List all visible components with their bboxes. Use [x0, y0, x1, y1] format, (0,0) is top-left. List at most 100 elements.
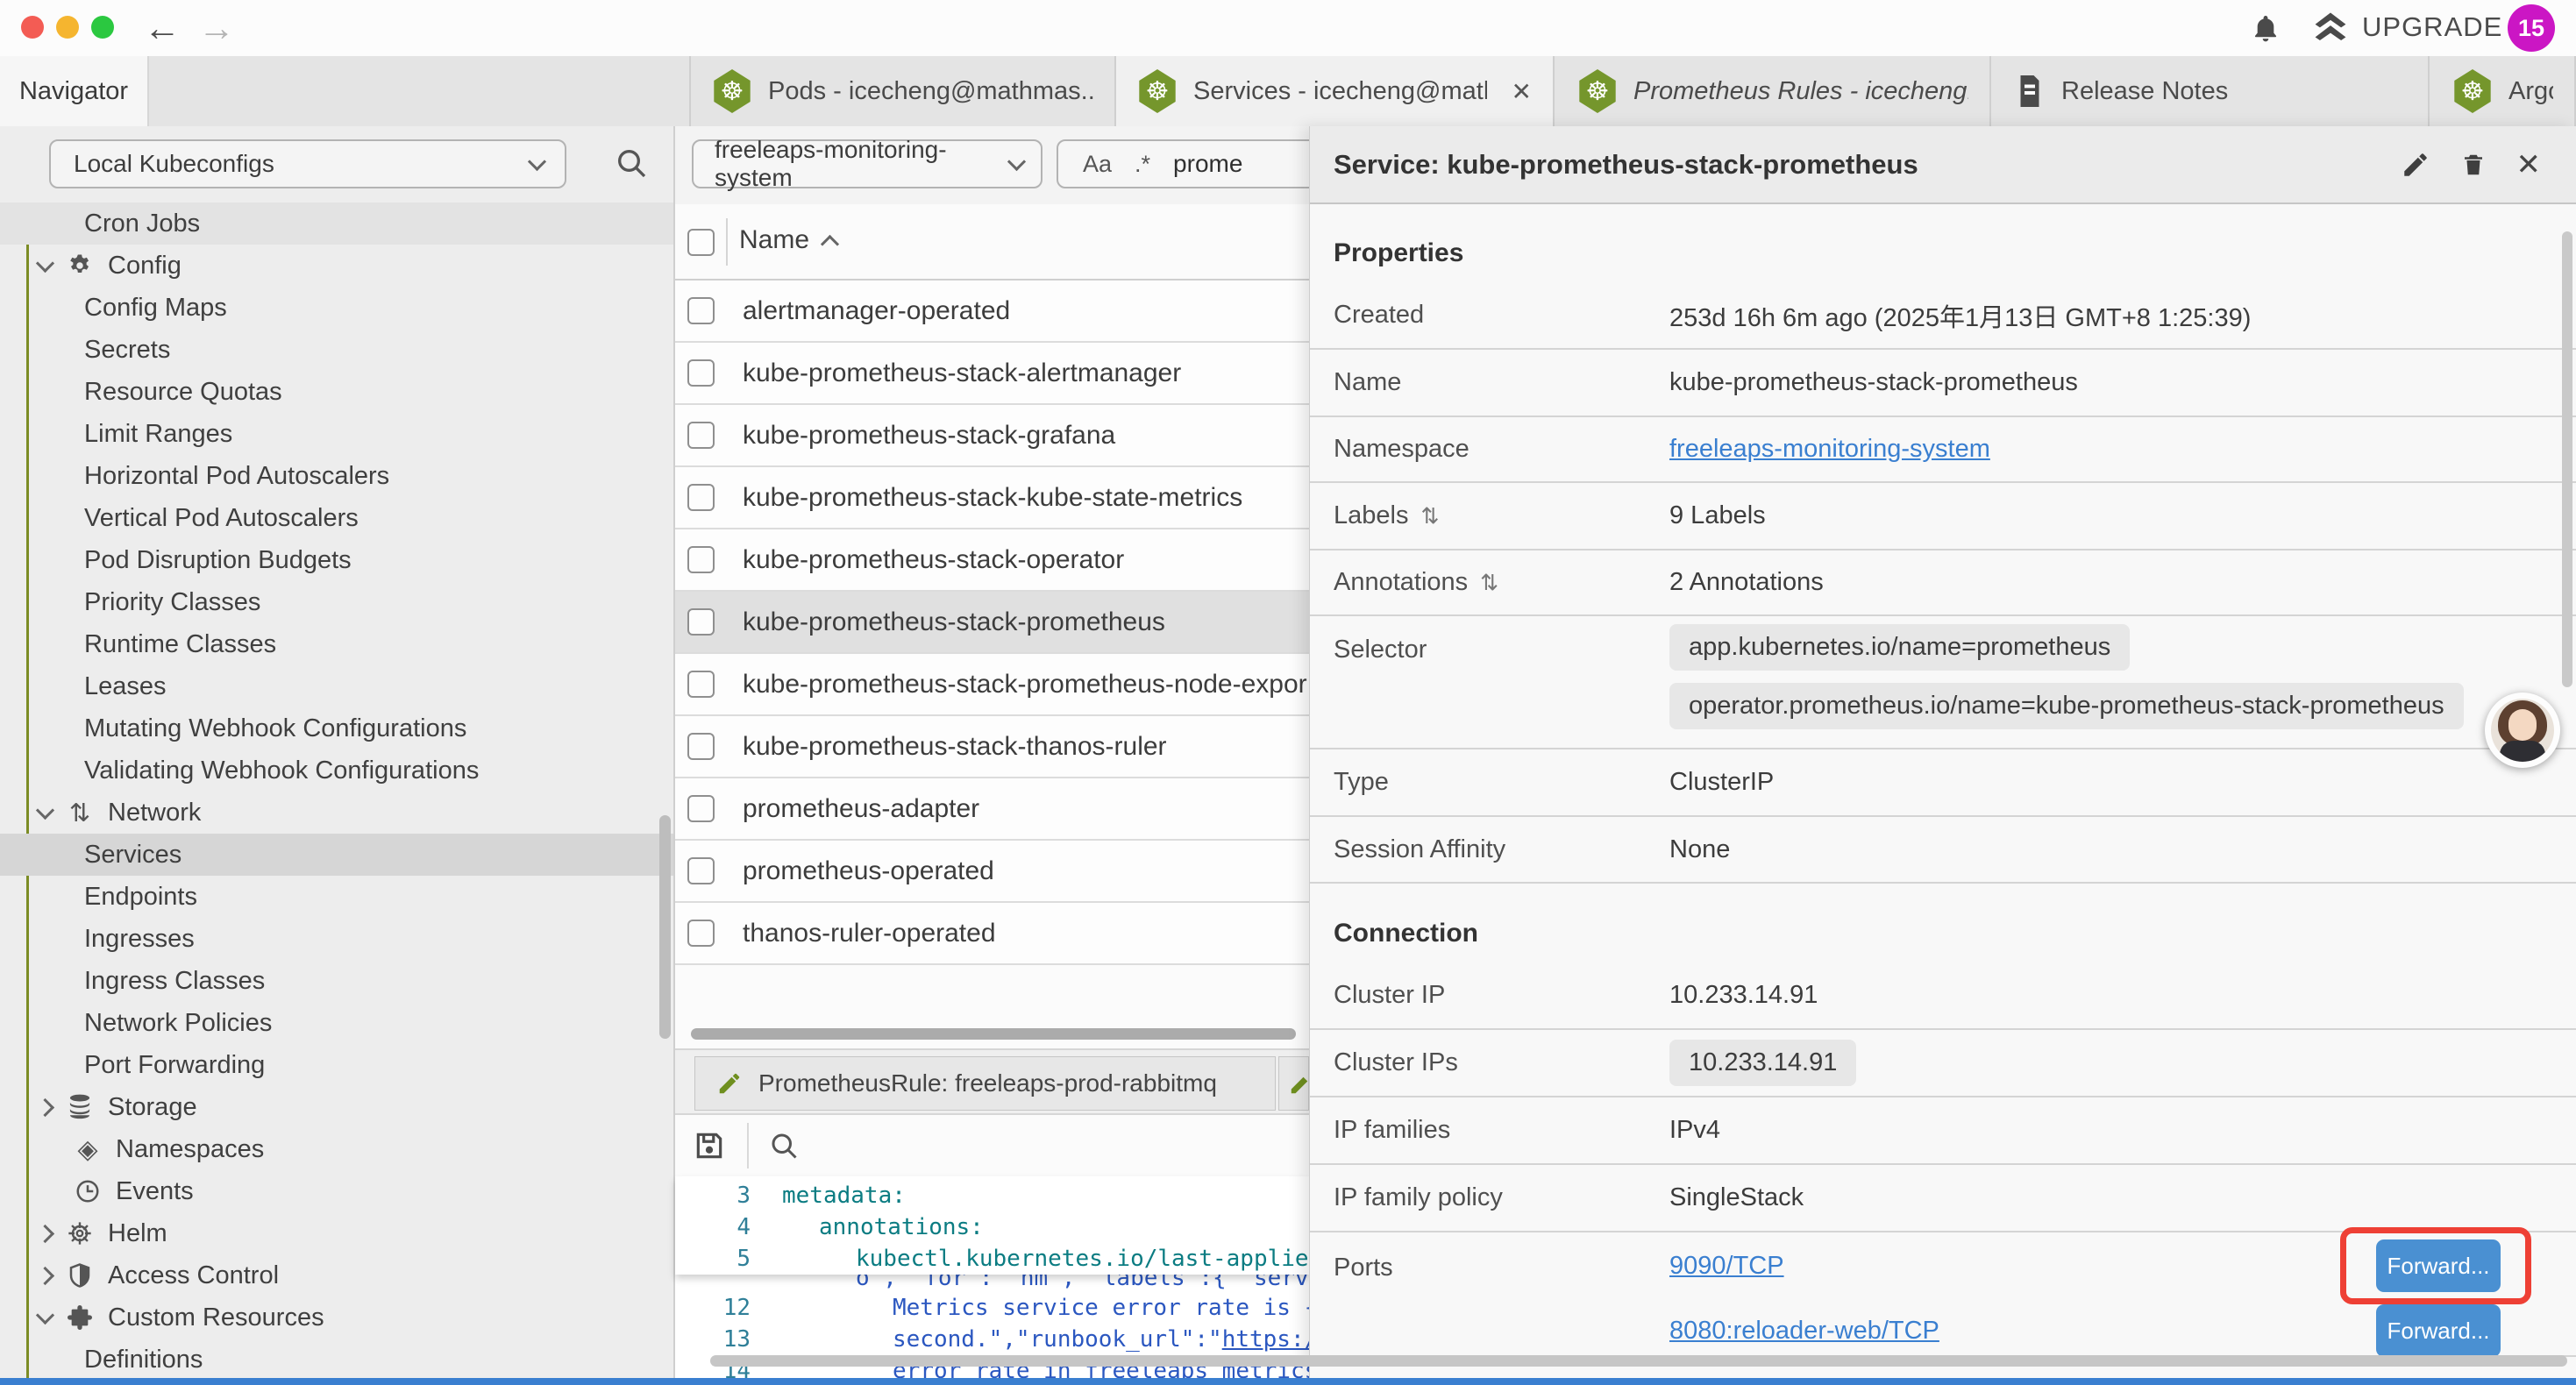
row-checkbox[interactable]	[687, 795, 715, 822]
sort-toggle-icon[interactable]: ⇅	[1480, 570, 1498, 596]
tab-pods-icecheng-mathmas[interactable]: ☸Pods - icecheng@mathmas...	[689, 56, 1116, 126]
sidebar-item-horizontal-pod-autoscalers[interactable]: Horizontal Pod Autoscalers	[0, 455, 673, 497]
account-badge[interactable]: 15	[2508, 4, 2555, 52]
close-traffic-light[interactable]	[21, 16, 44, 39]
chevron-down-icon[interactable]	[36, 800, 54, 819]
save-icon[interactable]	[693, 1129, 726, 1162]
row-checkbox[interactable]	[687, 733, 715, 760]
sidebar-item-namespaces[interactable]: ◈Namespaces	[0, 1128, 673, 1170]
sidebar-item-secrets[interactable]: Secrets	[0, 329, 673, 371]
row-checkbox[interactable]	[687, 920, 715, 947]
sidebar-item-pod-disruption-budgets[interactable]: Pod Disruption Budgets	[0, 539, 673, 581]
chevron-down-icon[interactable]	[36, 1305, 54, 1324]
sidebar-item-config[interactable]: Config	[0, 245, 673, 287]
maximize-traffic-light[interactable]	[91, 16, 114, 39]
close-icon[interactable]: ✕	[2516, 147, 2542, 182]
port-link[interactable]: 8080:reloader-web/TCP	[1669, 1317, 1939, 1346]
kubeconfig-select[interactable]: Local Kubeconfigs	[49, 139, 566, 188]
search-input[interactable]: Aa .* prome	[1057, 139, 1320, 188]
tab-close-icon[interactable]: ✕	[1512, 77, 1532, 106]
table-row[interactable]: kube-prometheus-stack-alertmanager	[675, 343, 1309, 405]
tab-release-notes[interactable]: Release Notes	[1993, 56, 2430, 126]
tab-prometheus-rules-icecheng[interactable]: ☸Prometheus Rules - icecheng...	[1556, 56, 1991, 126]
namespace-filter-select[interactable]: freeleaps-monitoring-system	[692, 139, 1042, 188]
sort-toggle-icon[interactable]: ⇅	[1420, 503, 1439, 529]
assistant-avatar[interactable]	[2485, 692, 2560, 768]
yaml-editor[interactable]: 3metadata:4annotations:5kubectl.kubernet…	[675, 1176, 1309, 1385]
yaml-code: metadata:	[775, 1180, 906, 1211]
editor-tab-prometheusrule[interactable]: PrometheusRule: freeleaps-prod-rabbitmq	[694, 1056, 1276, 1111]
editor-search-icon[interactable]	[768, 1130, 800, 1161]
sidebar-scrollbar[interactable]	[659, 815, 671, 1039]
chevron-right-icon[interactable]	[36, 1224, 54, 1242]
back-arrow-icon[interactable]: ←	[144, 2, 181, 54]
sidebar-item-port-forwarding[interactable]: Port Forwarding	[0, 1044, 673, 1086]
row-checkbox[interactable]	[687, 484, 715, 511]
row-checkbox[interactable]	[687, 422, 715, 449]
sidebar-item-custom-resources[interactable]: Custom Resources	[0, 1296, 673, 1339]
sidebar-item-ingresses[interactable]: Ingresses	[0, 918, 673, 960]
row-checkbox[interactable]	[687, 546, 715, 573]
name-column-header[interactable]: Name	[739, 225, 836, 255]
forward-button[interactable]: Forward...	[2376, 1304, 2501, 1357]
editor-tab-partial[interactable]	[1278, 1056, 1309, 1111]
panel-scrollbar[interactable]	[2562, 231, 2572, 687]
table-row[interactable]: kube-prometheus-stack-prometheus-node-ex…	[675, 654, 1309, 716]
tab-argo-se[interactable]: ☸Argo Se	[2431, 56, 2576, 126]
chevron-down-icon[interactable]	[36, 253, 54, 272]
sidebar-item-network[interactable]: ⇅Network	[0, 792, 673, 834]
sidebar-item-validating-webhook-configurations[interactable]: Validating Webhook Configurations	[0, 749, 673, 792]
forward-arrow-icon[interactable]: →	[198, 2, 235, 54]
sidebar-item-config-maps[interactable]: Config Maps	[0, 287, 673, 329]
row-checkbox[interactable]	[687, 671, 715, 698]
port-link[interactable]: 9090/TCP	[1669, 1252, 1784, 1281]
sidebar-item-definitions[interactable]: Definitions	[0, 1339, 673, 1381]
delete-trash-icon[interactable]	[2460, 150, 2487, 180]
sidebar-item-limit-ranges[interactable]: Limit Ranges	[0, 413, 673, 455]
sidebar-item-storage[interactable]: Storage	[0, 1086, 673, 1128]
select-all-checkbox[interactable]	[687, 229, 715, 256]
sidebar-item-resource-quotas[interactable]: Resource Quotas	[0, 371, 673, 413]
sidebar-item-helm[interactable]: Helm	[0, 1212, 673, 1254]
sidebar-item-ingress-classes[interactable]: Ingress Classes	[0, 960, 673, 1002]
upgrade-button[interactable]: UPGRADE	[2311, 11, 2502, 44]
sidebar-item-vertical-pod-autoscalers[interactable]: Vertical Pod Autoscalers	[0, 497, 673, 539]
table-row[interactable]: kube-prometheus-stack-prometheus	[675, 592, 1309, 654]
edit-pencil-icon[interactable]	[2401, 150, 2430, 180]
row-checkbox[interactable]	[687, 297, 715, 324]
table-row[interactable]: thanos-ruler-operated	[675, 903, 1309, 965]
row-checkbox[interactable]	[687, 359, 715, 387]
table-row[interactable]: alertmanager-operated	[675, 281, 1309, 343]
chevron-right-icon[interactable]	[36, 1266, 54, 1284]
sidebar-item-services[interactable]: Services	[0, 834, 673, 876]
table-row[interactable]: kube-prometheus-stack-thanos-ruler	[675, 716, 1309, 778]
sidebar-item-endpoints[interactable]: Endpoints	[0, 876, 673, 918]
sidebar-search-icon[interactable]	[614, 146, 649, 181]
regex-toggle[interactable]: .*	[1135, 151, 1150, 178]
tab-services-icecheng-math[interactable]: ☸Services - icecheng@math...✕	[1116, 56, 1555, 126]
notifications-bell-icon[interactable]	[2250, 12, 2281, 46]
row-checkbox[interactable]	[687, 857, 715, 884]
forward-button[interactable]: Forward...	[2376, 1239, 2501, 1292]
minimize-traffic-light[interactable]	[56, 16, 79, 39]
sidebar-item-events[interactable]: Events	[0, 1170, 673, 1212]
namespace-link[interactable]: freeleaps-monitoring-system	[1669, 435, 1990, 464]
sidebar-item-mutating-webhook-configurations[interactable]: Mutating Webhook Configurations	[0, 707, 673, 749]
sidebar-item-priority-classes[interactable]: Priority Classes	[0, 581, 673, 623]
sidebar-item-access-control[interactable]: Access Control	[0, 1254, 673, 1296]
match-case-toggle[interactable]: Aa	[1083, 151, 1112, 178]
navigator-tab[interactable]: Navigator	[0, 56, 149, 126]
chevron-right-icon[interactable]	[36, 1097, 54, 1116]
table-horizontal-scrollbar[interactable]	[691, 1028, 1296, 1040]
sidebar-item-network-policies[interactable]: Network Policies	[0, 1002, 673, 1044]
sidebar-item-leases[interactable]: Leases	[0, 665, 673, 707]
sidebar-item-runtime-classes[interactable]: Runtime Classes	[0, 623, 673, 665]
table-row[interactable]: kube-prometheus-stack-operator	[675, 529, 1309, 592]
table-row[interactable]: prometheus-adapter	[675, 778, 1309, 841]
table-row[interactable]: kube-prometheus-stack-grafana	[675, 405, 1309, 467]
table-row[interactable]: prometheus-operated	[675, 841, 1309, 903]
table-row[interactable]: kube-prometheus-stack-kube-state-metrics	[675, 467, 1309, 529]
row-checkbox[interactable]	[687, 608, 715, 636]
sidebar-item-cron-jobs[interactable]: Cron Jobs	[0, 202, 673, 245]
bottom-horizontal-scrollbar[interactable]	[710, 1355, 2567, 1367]
